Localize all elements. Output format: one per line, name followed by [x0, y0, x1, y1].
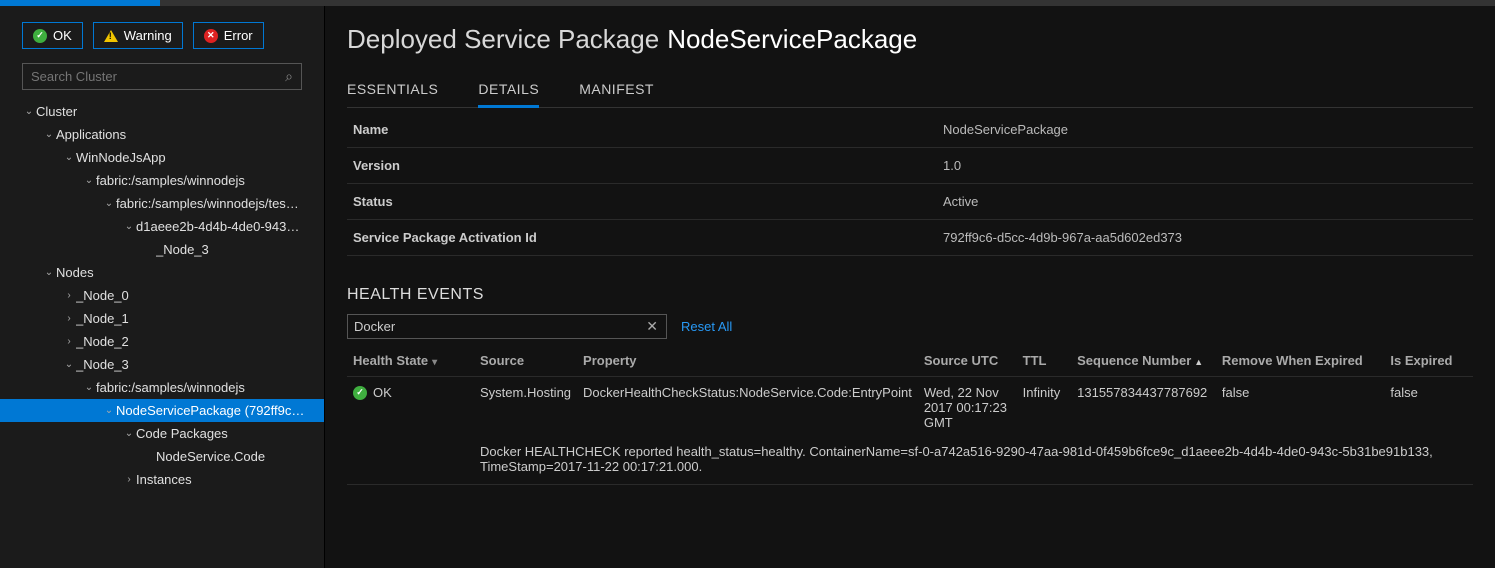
tree-node-2[interactable]: ›_Node_2: [0, 330, 324, 353]
row-activation-id: Service Package Activation Id792ff9c6-d5…: [347, 220, 1473, 256]
tree-partition[interactable]: ⌄fabric:/samples/winnodejs/tes…: [0, 192, 324, 215]
tree-applications[interactable]: ⌄Applications: [0, 123, 324, 146]
filter-ok-button[interactable]: ✓ OK: [22, 22, 83, 49]
chevron-down-icon: ⌄: [122, 221, 136, 232]
health-events-heading: HEALTH EVENTS: [347, 286, 1473, 304]
filter-ok-label: OK: [53, 28, 72, 43]
chevron-down-icon: ⌄: [122, 428, 136, 439]
search-cluster-input[interactable]: [31, 69, 285, 84]
details-table: NameNodeServicePackage Version1.0 Status…: [347, 112, 1473, 256]
tree-cluster[interactable]: ⌄Cluster: [0, 100, 324, 123]
col-ttl[interactable]: TTL: [1017, 345, 1072, 377]
health-filter-row: ✓ OK Warning ✕ Error: [0, 16, 324, 59]
ok-icon: ✓: [353, 386, 367, 400]
row-status: StatusActive: [347, 184, 1473, 220]
tree-node-3[interactable]: ⌄_Node_3: [0, 353, 324, 376]
sidebar: ✓ OK Warning ✕ Error ⌕ ⌄Cluster ⌄Applica…: [0, 6, 325, 568]
tree-replica[interactable]: ⌄d1aeee2b-4d4b-4de0-943…: [0, 215, 324, 238]
filter-warning-label: Warning: [124, 28, 172, 43]
col-source-utc[interactable]: Source UTC: [918, 345, 1017, 377]
tree-node3-app[interactable]: ⌄fabric:/samples/winnodejs: [0, 376, 324, 399]
health-event-row[interactable]: ✓OK System.Hosting DockerHealthCheckStat…: [347, 377, 1473, 439]
tree-node-0[interactable]: ›_Node_0: [0, 284, 324, 307]
filter-warning-button[interactable]: Warning: [93, 22, 183, 49]
tab-essentials[interactable]: ESSENTIALS: [347, 75, 438, 107]
chevron-down-icon: ⌄: [62, 152, 76, 163]
health-events-table: Health State▾ Source Property Source UTC…: [347, 345, 1473, 485]
chevron-down-icon: ⌄: [22, 106, 36, 117]
tree-replica-node[interactable]: _Node_3: [0, 238, 324, 261]
page-title: Deployed Service Package NodeServicePacka…: [347, 24, 1473, 55]
tab-bar: ESSENTIALS DETAILS MANIFEST: [347, 75, 1473, 108]
tree-node3-servicepackage[interactable]: ⌄NodeServicePackage (792ff9c…: [0, 399, 324, 422]
chevron-down-icon: ⌄: [62, 359, 76, 370]
cluster-tree: ⌄Cluster ⌄Applications ⌄WinNodeJsApp ⌄fa…: [0, 100, 324, 568]
clear-search-icon[interactable]: ✕: [644, 318, 660, 335]
chevron-right-icon: ›: [122, 474, 136, 485]
chevron-right-icon: ›: [62, 313, 76, 324]
tree-nodes[interactable]: ⌄Nodes: [0, 261, 324, 284]
chevron-down-icon: ⌄: [102, 198, 116, 209]
chevron-down-icon: ⌄: [102, 405, 116, 416]
tree-node-1[interactable]: ›_Node_1: [0, 307, 324, 330]
col-property[interactable]: Property: [577, 345, 918, 377]
tree-service-winnodejs[interactable]: ⌄fabric:/samples/winnodejs: [0, 169, 324, 192]
sort-asc-icon: ▲: [1194, 357, 1203, 367]
chevron-down-icon: ⌄: [82, 175, 96, 186]
filter-error-button[interactable]: ✕ Error: [193, 22, 264, 49]
chevron-right-icon: ›: [62, 336, 76, 347]
tree-instances[interactable]: ›Instances: [0, 468, 324, 491]
tree-code-packages[interactable]: ⌄Code Packages: [0, 422, 324, 445]
tab-manifest[interactable]: MANIFEST: [579, 75, 654, 107]
filter-error-label: Error: [224, 28, 253, 43]
filter-icon: ▾: [432, 357, 437, 368]
chevron-down-icon: ⌄: [82, 382, 96, 393]
row-name: NameNodeServicePackage: [347, 112, 1473, 148]
tab-details[interactable]: DETAILS: [478, 75, 539, 107]
col-sequence[interactable]: Sequence Number▲: [1071, 345, 1216, 377]
health-events-search[interactable]: ✕: [347, 314, 667, 339]
health-events-filter-row: ✕ Reset All: [347, 314, 1473, 339]
page-title-prefix: Deployed Service Package: [347, 24, 659, 54]
main-content: Deployed Service Package NodeServicePacka…: [325, 6, 1495, 568]
row-version: Version1.0: [347, 148, 1473, 184]
col-health-state[interactable]: Health State▾: [347, 345, 474, 377]
chevron-down-icon: ⌄: [42, 267, 56, 278]
page-title-name: NodeServicePackage: [667, 24, 917, 54]
warning-icon: [104, 30, 118, 42]
chevron-right-icon: ›: [62, 290, 76, 301]
col-is-expired[interactable]: Is Expired: [1384, 345, 1473, 377]
reset-all-link[interactable]: Reset All: [681, 319, 732, 334]
col-remove-when-expired[interactable]: Remove When Expired: [1216, 345, 1384, 377]
health-events-search-input[interactable]: [354, 319, 644, 334]
col-source[interactable]: Source: [474, 345, 577, 377]
chevron-down-icon: ⌄: [42, 129, 56, 140]
tree-nodeservice-code[interactable]: NodeService.Code: [0, 445, 324, 468]
search-icon: ⌕: [285, 68, 293, 85]
search-cluster-box[interactable]: ⌕: [22, 63, 302, 90]
ok-icon: ✓: [33, 29, 47, 43]
health-event-detail: Docker HEALTHCHECK reported health_statu…: [347, 438, 1473, 485]
tree-app-winnodejs[interactable]: ⌄WinNodeJsApp: [0, 146, 324, 169]
error-icon: ✕: [204, 29, 218, 43]
